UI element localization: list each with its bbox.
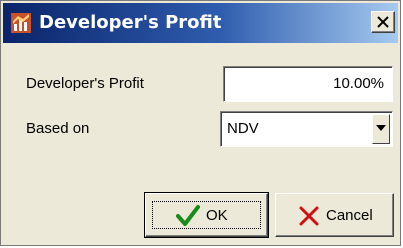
- based-on-value: NDV: [227, 120, 259, 137]
- based-on-select[interactable]: NDV: [220, 111, 393, 147]
- cancel-label: Cancel: [326, 207, 373, 224]
- close-button[interactable]: [371, 11, 395, 33]
- window-title: Developer's Profit: [39, 12, 222, 33]
- app-icon: [11, 13, 31, 33]
- dialog-window: Developer's Profit Developer's Profit 10…: [0, 0, 401, 246]
- profit-label: Developer's Profit: [26, 75, 144, 92]
- dropdown-button[interactable]: [372, 114, 390, 144]
- title-bar[interactable]: Developer's Profit: [3, 3, 398, 43]
- based-on-label: Based on: [26, 120, 90, 137]
- ok-label: OK: [206, 207, 228, 224]
- checkmark-icon: [176, 205, 200, 232]
- ok-button[interactable]: OK: [144, 192, 269, 238]
- profit-input[interactable]: 10.00%: [223, 66, 393, 102]
- cancel-button[interactable]: Cancel: [275, 193, 394, 237]
- profit-value: 10.00%: [333, 75, 384, 92]
- x-mark-icon: [298, 205, 320, 232]
